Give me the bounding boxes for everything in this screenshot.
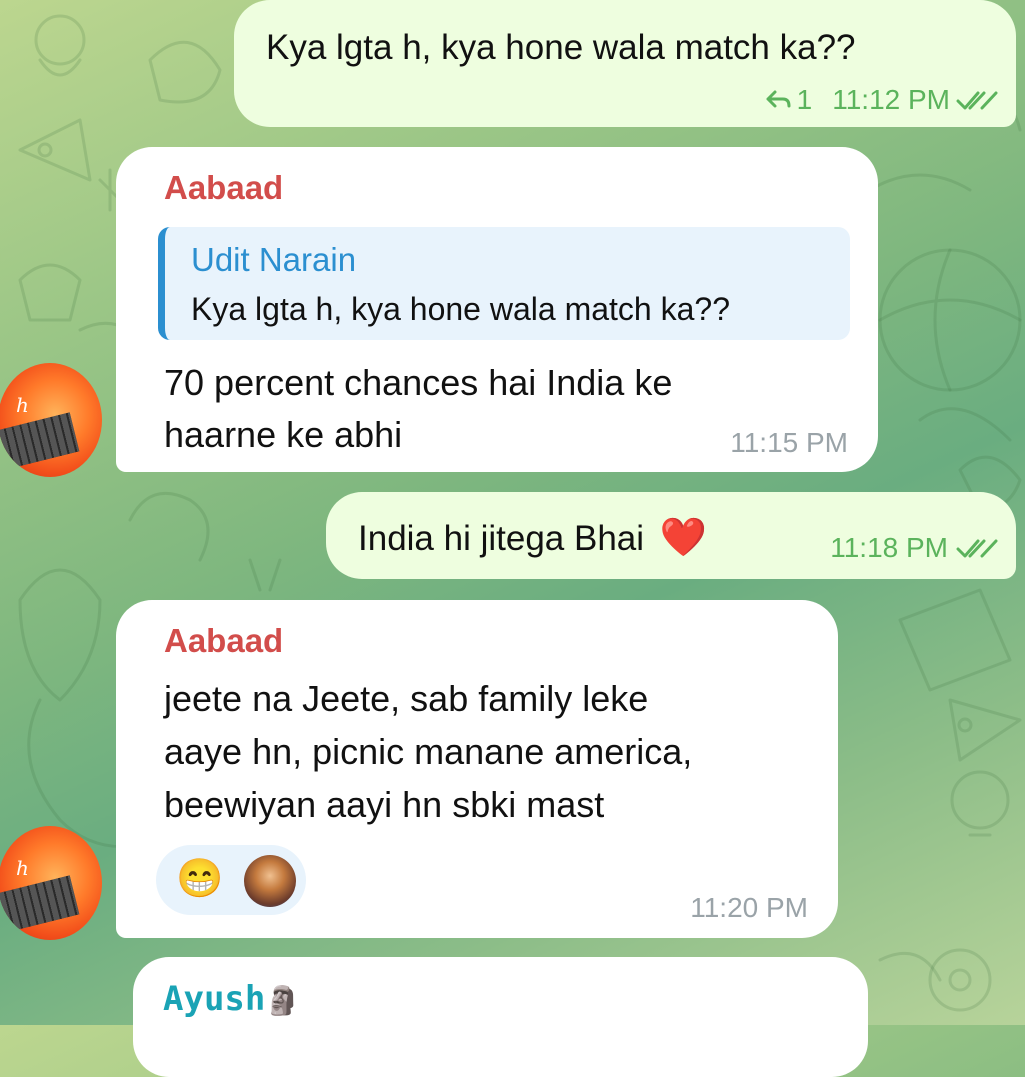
reaction-chip[interactable]: 😁: [156, 845, 306, 915]
message-text: Kya lgta h, kya hone wala match ka??: [266, 28, 856, 67]
message-text: India hi jitega Bhai ❤️: [358, 516, 707, 560]
message-bubble-incoming[interactable]: Aabaad Udit Narain Kya lgta h, kya hone …: [116, 147, 878, 472]
sender-name: Aabaad: [164, 169, 284, 206]
sender-name-text: Ayush: [163, 979, 266, 1019]
reply-arrow-icon: [766, 90, 791, 108]
message-line: jeete na Jeete, sab family leke: [164, 678, 649, 719]
message-line: haarne ke abhi: [164, 414, 403, 455]
message-meta: 11:18 PM: [830, 532, 998, 564]
message-meta: 1 11:12 PM: [765, 82, 998, 118]
message-bubble-incoming[interactable]: Ayush🗿: [133, 957, 868, 1077]
double-check-icon: [956, 539, 998, 558]
message-bubble-outgoing[interactable]: Kya lgta h, kya hone wala match ka?? 1 1…: [234, 0, 1016, 127]
user-avatar[interactable]: h: [0, 826, 102, 940]
message-line: beewiyan aayi hn sbki mast: [164, 784, 605, 825]
message-time: 11:15 PM: [730, 427, 848, 458]
grin-emoji: 😁: [176, 858, 224, 900]
reactor-avatar: [244, 855, 296, 907]
sender-name: Ayush🗿: [163, 979, 300, 1019]
quoted-reply[interactable]: Udit Narain Kya lgta h, kya hone wala ma…: [158, 227, 850, 340]
user-avatar[interactable]: h: [0, 363, 102, 477]
reply-count: 1: [796, 84, 813, 115]
heart-emoji: ❤️: [659, 517, 708, 559]
double-check-icon: [956, 91, 998, 110]
message-line: aaye hn, picnic manane america,: [164, 731, 693, 772]
message-bubble-outgoing[interactable]: India hi jitega Bhai ❤️ 11:18 PM: [326, 492, 1016, 579]
message-bubble-incoming[interactable]: Aabaad jeete na Jeete, sab family leke a…: [116, 600, 838, 938]
message-time: 11:18 PM: [830, 532, 948, 563]
message-text: 70 percent chances hai India ke haarne k…: [164, 357, 672, 461]
moai-emoji: 🗿: [265, 984, 301, 1017]
quote-author: Udit Narain: [191, 241, 357, 278]
message-text-content: India hi jitega Bhai: [358, 519, 645, 558]
quote-text: Kya lgta h, kya hone wala match ka??: [191, 291, 730, 327]
message-line: 70 percent chances hai India ke: [164, 362, 673, 403]
message-time: 11:20 PM: [690, 892, 808, 923]
sender-name: Aabaad: [164, 622, 284, 659]
message-time: 11:12 PM: [832, 84, 950, 115]
message-text: jeete na Jeete, sab family leke aaye hn,…: [164, 672, 692, 831]
